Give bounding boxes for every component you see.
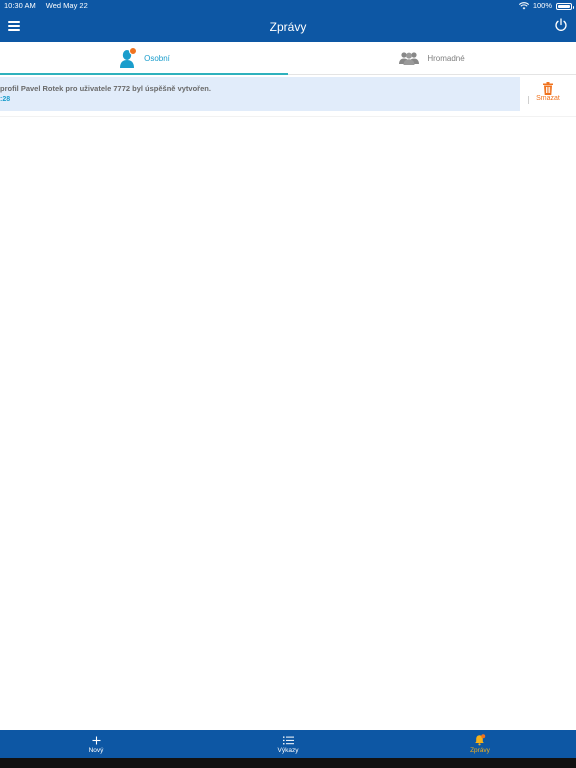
delete-button[interactable]: Smazat [528,82,568,110]
bottom-tab-bar: Nový Výkazy Zprávy [0,730,576,758]
message-row[interactable]: profil Pavel Rotek pro uživatele 7772 by… [0,77,520,111]
message-time: :28 [0,96,11,103]
group-icon [399,52,420,65]
trash-icon [543,82,553,95]
person-icon [118,47,138,68]
status-date: Wed May 22 [45,1,88,10]
tab-bar: Osobní Hromadné [0,42,576,75]
bell-icon [475,734,486,746]
power-icon[interactable] [554,18,568,32]
battery-icon [556,2,574,10]
status-right: 100% [518,0,574,12]
wifi-icon [518,2,529,10]
bottom-tab-vykazy[interactable]: Výkazy [192,730,384,758]
tab-hromadne[interactable]: Hromadné [288,42,576,74]
message-text: profil Pavel Rotek pro uživatele 7772 by… [0,84,211,93]
plus-icon [92,736,100,744]
bottom-tab-novy[interactable]: Nový [0,730,192,758]
bottom-tab-label: Zprávy [470,747,490,754]
bottom-tab-label: Nový [88,747,104,754]
list-divider [0,116,576,117]
status-time: 10:30 AM [4,1,36,10]
battery-percent: 100% [532,1,552,10]
app-root: 10:30 AM Wed May 22 100% Zprávy Osobní H… [0,0,576,768]
top-bar: 10:30 AM Wed May 22 100% Zprávy [0,0,576,42]
active-tab-indicator [0,73,288,75]
list-icon [282,736,294,744]
bottom-tab-label: Výkazy [277,747,299,754]
bottom-tab-zpravy[interactable]: Zprávy [384,730,576,758]
delete-label: Smazat [536,95,560,102]
page-title: Zprávy [269,20,307,34]
status-left: 10:30 AM Wed May 22 [4,0,96,12]
tab-label: Osobní [144,53,170,63]
status-bar: 10:30 AM Wed May 22 100% [0,0,576,12]
tab-label: Hromadné [427,53,465,63]
home-indicator-area [0,758,576,768]
tab-osobni[interactable]: Osobní [0,42,288,75]
